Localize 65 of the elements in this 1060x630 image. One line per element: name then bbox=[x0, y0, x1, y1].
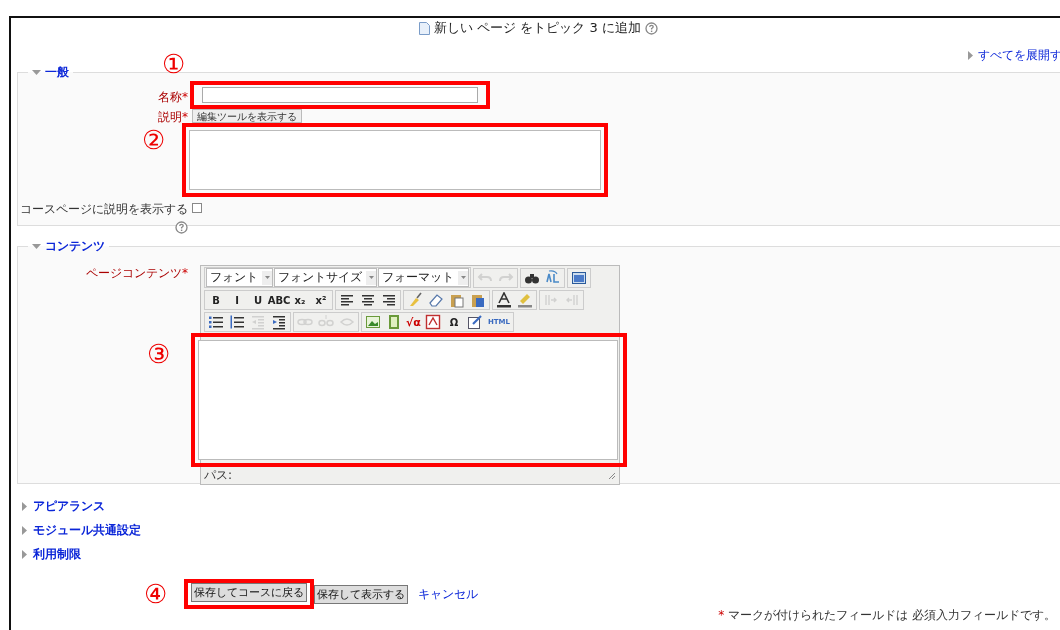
ltr-icon bbox=[543, 292, 559, 308]
help-icon[interactable] bbox=[644, 21, 658, 35]
field-label: ページコンテンツ* bbox=[85, 265, 189, 282]
annotation-number: ③ bbox=[147, 341, 170, 367]
section-title[interactable]: コンテンツ bbox=[45, 238, 105, 255]
alignright-icon bbox=[381, 292, 397, 308]
annotation-number: ④ bbox=[144, 581, 167, 607]
indent-icon bbox=[271, 314, 287, 330]
field-label: 名称* bbox=[157, 89, 189, 106]
toolbar-button[interactable]: x² bbox=[311, 291, 331, 309]
dropdown[interactable]: フォーマット bbox=[378, 268, 469, 287]
media-icon bbox=[386, 314, 402, 330]
dropdown[interactable]: フォントサイズ bbox=[274, 268, 377, 287]
save-view-button[interactable]: 保存して表示する bbox=[314, 584, 408, 604]
checkbox[interactable] bbox=[192, 203, 202, 213]
path-label: パス: bbox=[204, 467, 233, 484]
toolbar-button[interactable] bbox=[494, 291, 514, 309]
annotation-number: ② bbox=[142, 127, 165, 153]
toolbar-button[interactable]: ABC bbox=[269, 291, 289, 309]
field-label: 説明* bbox=[157, 109, 189, 126]
expand-arrow-icon[interactable] bbox=[21, 502, 28, 511]
caret-icon bbox=[264, 276, 270, 279]
expand-arrow-icon[interactable] bbox=[21, 526, 28, 535]
caret-icon bbox=[460, 276, 466, 279]
show-editor-button[interactable]: 編集ツールを表示する bbox=[192, 109, 302, 123]
caret-icon bbox=[368, 276, 374, 279]
annotation-number: ① bbox=[162, 51, 185, 77]
field-label: コースページに説明を表示する bbox=[20, 201, 188, 218]
pasteword-icon bbox=[470, 292, 486, 308]
help-icon[interactable] bbox=[175, 221, 188, 234]
bullets-icon bbox=[208, 314, 224, 330]
expand-arrow-icon[interactable] bbox=[21, 550, 28, 559]
section-title[interactable]: アピアランス bbox=[33, 498, 105, 515]
toolbar-button[interactable]: B bbox=[206, 291, 226, 309]
dropdown[interactable]: フォント bbox=[206, 268, 273, 287]
rtl-icon bbox=[564, 292, 580, 308]
alignleft-icon bbox=[339, 292, 355, 308]
toolbar-button[interactable]: Ω bbox=[443, 313, 464, 331]
section-title[interactable]: モジュール共通設定 bbox=[33, 522, 141, 539]
description-field[interactable] bbox=[189, 130, 601, 190]
aligncenter-icon bbox=[360, 292, 376, 308]
page-icon bbox=[419, 21, 431, 35]
toolbar-button[interactable]: √α bbox=[405, 313, 422, 331]
image-icon bbox=[365, 314, 381, 330]
eraser-icon bbox=[428, 292, 444, 308]
cancel-link[interactable]: キャンセル bbox=[418, 585, 478, 603]
paste-icon bbox=[449, 292, 465, 308]
name-field[interactable] bbox=[202, 87, 478, 103]
save-return-button[interactable]: 保存してコースに戻る bbox=[191, 583, 307, 602]
highlight-icon bbox=[517, 292, 533, 308]
collapse-arrow-icon[interactable] bbox=[32, 243, 41, 250]
textcolor-icon bbox=[496, 292, 512, 308]
section-title[interactable]: 利用制限 bbox=[33, 546, 81, 563]
edit-icon bbox=[466, 314, 483, 330]
page-title: 新しい ページ をトピック 3 に追加 bbox=[434, 19, 641, 37]
toolbar-button[interactable]: x₂ bbox=[290, 291, 310, 309]
resize-handle-icon[interactable] bbox=[608, 471, 616, 480]
toolbar-button[interactable]: I bbox=[227, 291, 247, 309]
required-note: * マークが付けられたフィールドは 必須入力フィールドです。 bbox=[717, 607, 1056, 624]
numbers-icon bbox=[229, 314, 245, 330]
outdent-icon bbox=[250, 314, 266, 330]
collapse-arrow-icon[interactable] bbox=[32, 69, 41, 76]
toolbar-button[interactable]: U bbox=[248, 291, 268, 309]
expand-arrow-icon bbox=[967, 51, 974, 60]
section-title[interactable]: 一般 bbox=[45, 64, 69, 81]
